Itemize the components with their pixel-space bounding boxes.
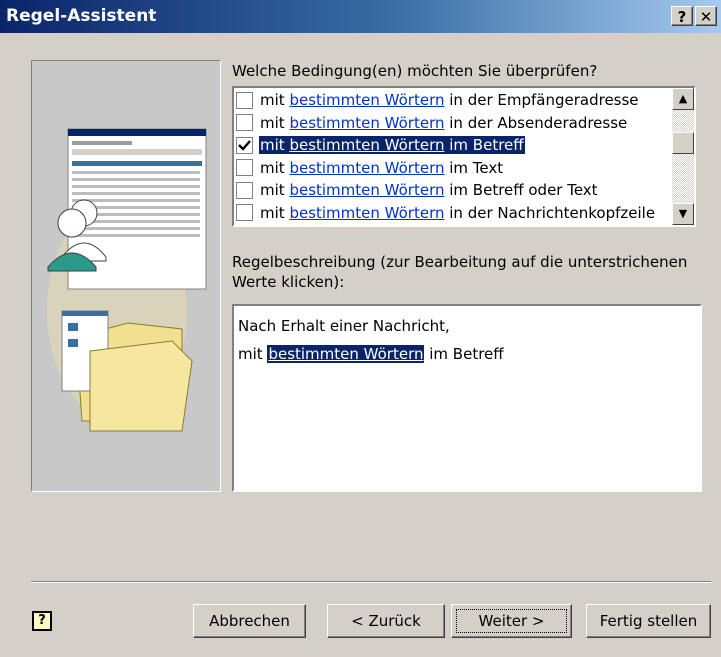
condition-prefix: mit bbox=[260, 203, 290, 222]
back-button[interactable]: < Zurück bbox=[327, 604, 445, 638]
condition-text: mit bestimmten Wörtern im Betreff oder T… bbox=[259, 181, 599, 199]
wizard-illustration bbox=[31, 60, 221, 492]
condition-item[interactable]: mit bestimmten Wörtern in der Empfängera… bbox=[236, 89, 674, 112]
condition-prefix: mit bbox=[260, 136, 290, 155]
condition-link[interactable]: bestimmten Wörtern bbox=[289, 204, 444, 222]
condition-item[interactable]: mit bestimmten Wörtern in der Absenderad… bbox=[236, 112, 674, 135]
rule-description-prefix: mit bbox=[238, 345, 268, 363]
condition-suffix: im Betreff bbox=[444, 136, 524, 155]
scroll-up-button[interactable]: ▲ bbox=[672, 88, 694, 110]
rule-description-line-2: mit bestimmten Wörtern im Betreff bbox=[238, 340, 696, 368]
condition-prefix: mit bbox=[260, 158, 290, 177]
condition-checkbox[interactable] bbox=[236, 181, 253, 199]
condition-suffix: in der Absenderadresse bbox=[444, 113, 628, 132]
conditions-scrollbar[interactable]: ▲ ▼ bbox=[672, 88, 694, 225]
button-separator bbox=[31, 581, 711, 583]
condition-text: mit bestimmten Wörtern im Text bbox=[259, 159, 504, 177]
condition-text: mit bestimmten Wörtern in der Absenderad… bbox=[259, 114, 628, 132]
next-button[interactable]: Weiter > bbox=[451, 604, 572, 638]
condition-checkbox[interactable] bbox=[236, 114, 253, 132]
condition-prefix: mit bbox=[260, 113, 290, 132]
conditions-list[interactable]: mit bestimmten Wörtern in der Empfängera… bbox=[232, 86, 696, 227]
condition-suffix: im Betreff oder Text bbox=[444, 181, 598, 200]
condition-link[interactable]: bestimmten Wörtern bbox=[289, 159, 444, 177]
rule-description-line-1: Nach Erhalt einer Nachricht, bbox=[238, 317, 450, 335]
condition-checkbox[interactable] bbox=[236, 91, 253, 109]
rules-wizard-dialog: Regel-Assistent ? ✕ Welche Bedingung(en)… bbox=[0, 0, 721, 657]
scroll-down-button[interactable]: ▼ bbox=[672, 203, 694, 225]
condition-item[interactable]: mit bestimmten Wörtern im Text bbox=[236, 157, 674, 180]
condition-checkbox[interactable] bbox=[236, 136, 253, 154]
condition-item[interactable]: mit bestimmten Wörtern im Betreff oder T… bbox=[236, 179, 674, 202]
specific-words-link[interactable]: bestimmten Wörtern bbox=[267, 345, 425, 363]
scroll-thumb[interactable] bbox=[672, 132, 694, 154]
condition-link[interactable]: bestimmten Wörtern bbox=[289, 136, 444, 154]
close-button[interactable]: ✕ bbox=[695, 6, 717, 26]
help-button[interactable]: ? bbox=[32, 611, 52, 631]
condition-item[interactable]: mit bestimmten Wörtern im Betreff bbox=[236, 134, 674, 157]
title-help-button[interactable]: ? bbox=[671, 6, 693, 26]
condition-text: mit bestimmten Wörtern im Betreff bbox=[259, 136, 525, 155]
condition-text: mit bestimmten Wörtern in der Empfängera… bbox=[259, 91, 640, 109]
condition-suffix: in der Empfängeradresse bbox=[444, 91, 639, 110]
window-title: Regel-Assistent bbox=[6, 6, 157, 26]
condition-item[interactable]: mit bestimmten Wörtern in der Nachrichte… bbox=[236, 202, 674, 225]
finish-button[interactable]: Fertig stellen bbox=[586, 604, 711, 638]
condition-checkbox[interactable] bbox=[236, 159, 253, 177]
condition-prefix: mit bbox=[260, 181, 290, 200]
condition-text: mit bestimmten Wörtern in der Nachrichte… bbox=[259, 204, 656, 222]
rule-description-label: Regelbeschreibung (zur Bearbeitung auf d… bbox=[232, 253, 688, 291]
condition-link[interactable]: bestimmten Wörtern bbox=[289, 114, 444, 132]
condition-link[interactable]: bestimmten Wörtern bbox=[289, 181, 444, 199]
conditions-rows: mit bestimmten Wörtern in der Empfängera… bbox=[236, 89, 674, 224]
title-bar: Regel-Assistent ? ✕ bbox=[0, 0, 721, 33]
cancel-button[interactable]: Abbrechen bbox=[193, 604, 306, 638]
conditions-label: Welche Bedingung(en) möchten Sie überprü… bbox=[232, 62, 598, 80]
condition-link[interactable]: bestimmten Wörtern bbox=[289, 91, 444, 109]
condition-prefix: mit bbox=[260, 91, 290, 110]
rule-description-box: Nach Erhalt einer Nachricht, mit bestimm… bbox=[232, 304, 702, 492]
rule-description-suffix: im Betreff bbox=[424, 345, 504, 363]
condition-suffix: im Text bbox=[444, 158, 504, 177]
condition-suffix: in der Nachrichtenkopfzeile bbox=[444, 203, 656, 222]
condition-checkbox[interactable] bbox=[236, 204, 253, 222]
